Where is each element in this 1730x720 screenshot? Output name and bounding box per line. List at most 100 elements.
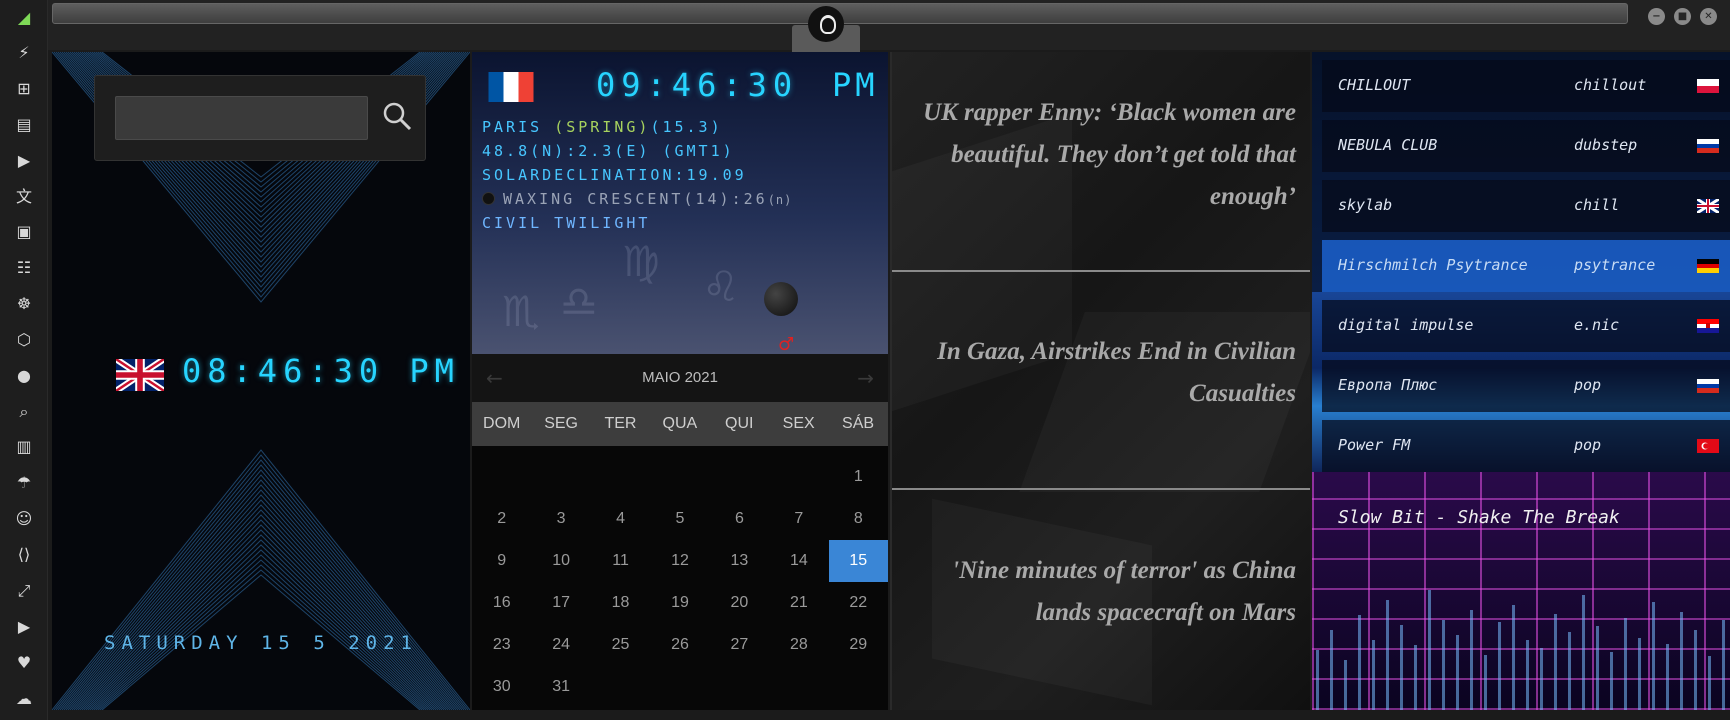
calendar-day[interactable]: 18 — [591, 582, 650, 624]
calendar-day[interactable]: 2 — [472, 498, 531, 540]
calendar-day[interactable]: 12 — [650, 540, 709, 582]
calendar-day[interactable]: 17 — [531, 582, 590, 624]
station-row[interactable]: NEBULA CLUB dubstep — [1322, 120, 1730, 172]
calendar-day[interactable]: 13 — [710, 540, 769, 582]
station-genre: dubstep — [1574, 136, 1638, 154]
calendar-day[interactable]: 23 — [472, 624, 531, 666]
helm-icon[interactable]: ☸ — [14, 294, 34, 314]
calendar-day[interactable]: 3 — [531, 498, 590, 540]
calendar-day[interactable]: 28 — [769, 624, 828, 666]
uk-flag-icon — [1697, 199, 1719, 213]
calendar-day[interactable]: 6 — [710, 498, 769, 540]
weekday-label: SEX — [782, 415, 815, 432]
calendar-day[interactable]: 1 — [829, 456, 888, 498]
calendar-day[interactable]: 31 — [531, 666, 590, 708]
calendar-day[interactable]: 30 — [472, 666, 531, 708]
search-icon[interactable] — [381, 100, 413, 132]
weekday-label: SEG — [544, 415, 578, 432]
equalizer-bar — [1554, 614, 1557, 710]
windows-icon[interactable]: ⊞ — [14, 79, 34, 99]
equalizer-bar — [1610, 652, 1613, 710]
image-icon[interactable]: ▣ — [14, 222, 34, 242]
calendar-day[interactable]: 21 — [769, 582, 828, 624]
calendar-day[interactable]: 16 — [472, 582, 531, 624]
calendar-day[interactable]: 27 — [710, 624, 769, 666]
moon-phase-text: WAXING CRESCENT(14):26 — [503, 190, 768, 208]
play-icon[interactable]: ▶ — [14, 151, 34, 171]
calendar-day[interactable]: 8 — [829, 498, 888, 540]
calendar-day[interactable]: 24 — [531, 624, 590, 666]
city-season: PARIS (SPRING)(15.3) — [482, 118, 723, 136]
station-row[interactable]: skylab chill — [1322, 180, 1730, 232]
close-button[interactable]: ✕ — [1700, 8, 1717, 25]
contacts-icon[interactable]: ☺ — [14, 509, 34, 529]
minimize-button[interactable]: − — [1648, 8, 1665, 25]
astro-panel: ♍ ♎ ♌ ♏ ♂ 09:46:30 PM PARIS (SPRING)(15.… — [472, 52, 888, 354]
calendar-header: ← MAIO 2021 → — [472, 354, 888, 402]
search-box — [94, 75, 426, 161]
station-row[interactable]: Европа Плюс pop — [1322, 360, 1730, 412]
umbrella-icon[interactable]: ☂ — [14, 473, 34, 493]
pl-flag-icon — [1697, 79, 1719, 93]
calendar-day[interactable]: 5 — [650, 498, 709, 540]
calendar-day[interactable]: 25 — [591, 624, 650, 666]
archive-icon[interactable]: ▤ — [14, 115, 34, 135]
youtube-icon[interactable]: ▶ — [14, 617, 34, 637]
station-genre: e.nic — [1574, 316, 1620, 334]
heart-icon[interactable]: ♥ — [14, 653, 34, 673]
expand-icon[interactable]: ⤢ — [14, 581, 34, 601]
calendar-day[interactable]: 19 — [650, 582, 709, 624]
planet-icon — [764, 282, 798, 316]
station-name: Power FM — [1338, 436, 1411, 454]
calendar-day[interactable]: 11 — [591, 540, 650, 582]
uk-flag-icon — [116, 359, 164, 391]
calendar-day[interactable]: 29 — [829, 624, 888, 666]
equalizer-bar — [1400, 625, 1403, 710]
calendar-day[interactable]: 7 — [769, 498, 828, 540]
now-playing-title: Slow Bit - Shake The Break — [1338, 507, 1620, 528]
code-icon[interactable]: ⟨⟩ — [14, 545, 34, 565]
next-month-button[interactable]: → — [857, 366, 874, 390]
station-row[interactable]: CHILLOUT chillout — [1322, 60, 1730, 112]
zodiac-virgo-icon: ♍ — [622, 237, 660, 286]
news-headline-3[interactable]: 'Nine minutes of terror' as China lands … — [892, 550, 1296, 634]
news-headline-1[interactable]: UK rapper Enny: ‘Black women are beautif… — [892, 92, 1296, 218]
hexagon-icon[interactable]: ⬡ — [14, 330, 34, 350]
translate-icon[interactable]: 文 — [14, 187, 34, 207]
station-row[interactable]: digital impulse e.nic — [1322, 300, 1730, 352]
equalizer-bar — [1316, 650, 1319, 710]
station-row[interactable]: Hirschmilch Psytrance psytrance — [1322, 240, 1730, 292]
sidebar-rail: ◢ ⚡ ⊞ ▤ ▶ 文 ▣ ☷ ☸ ⬡ ● ⌕ ▥ ☂ ☺ ⟨⟩ ⤢ ▶ ♥ ☁ — [0, 0, 48, 720]
globe-icon[interactable]: ● — [14, 366, 34, 386]
station-name: skylab — [1338, 196, 1393, 214]
calendar-day[interactable]: 26 — [650, 624, 709, 666]
calendar-day[interactable]: 22 — [829, 582, 888, 624]
calendar-day[interactable]: 9 — [472, 540, 531, 582]
search-icon[interactable]: ⌕ — [14, 402, 34, 422]
calendar-day[interactable]: 10 — [531, 540, 590, 582]
calendar-day[interactable]: 20 — [710, 582, 769, 624]
equalizer-bar — [1596, 626, 1599, 710]
city-name: PARIS — [482, 118, 555, 136]
search-input[interactable] — [115, 96, 368, 140]
wifi-icon[interactable]: ◢ — [14, 8, 34, 28]
equalizer-bar — [1526, 640, 1529, 710]
maximize-button[interactable]: ■ — [1674, 8, 1691, 25]
cloud-icon[interactable]: ☁ — [14, 689, 34, 709]
calendar-day[interactable]: 14 — [769, 540, 828, 582]
radio-panel: CHILLOUT chillout NEBULA CLUB dubstep skylab… — [1312, 52, 1730, 710]
map-icon[interactable]: ▥ — [14, 437, 34, 457]
equalizer-bar — [1694, 630, 1697, 710]
station-genre: psytrance — [1574, 256, 1656, 274]
equalizer-bar — [1708, 656, 1711, 710]
equalizer-bar — [1638, 638, 1641, 710]
equalizer-bar — [1442, 620, 1445, 710]
calendar-day[interactable]: 4 — [591, 498, 650, 540]
newspaper-icon[interactable]: ☷ — [14, 258, 34, 278]
calendar-day-today[interactable]: 15 — [828, 540, 888, 582]
top-bar: − ■ ✕ — [48, 0, 1730, 50]
station-row[interactable]: Power FM pop — [1322, 420, 1730, 472]
zodiac-leo-icon: ♌ — [702, 262, 740, 311]
lightning-icon[interactable]: ⚡ — [14, 43, 34, 63]
news-headline-2[interactable]: In Gaza, Airstrikes End in Civilian Casu… — [892, 331, 1296, 415]
